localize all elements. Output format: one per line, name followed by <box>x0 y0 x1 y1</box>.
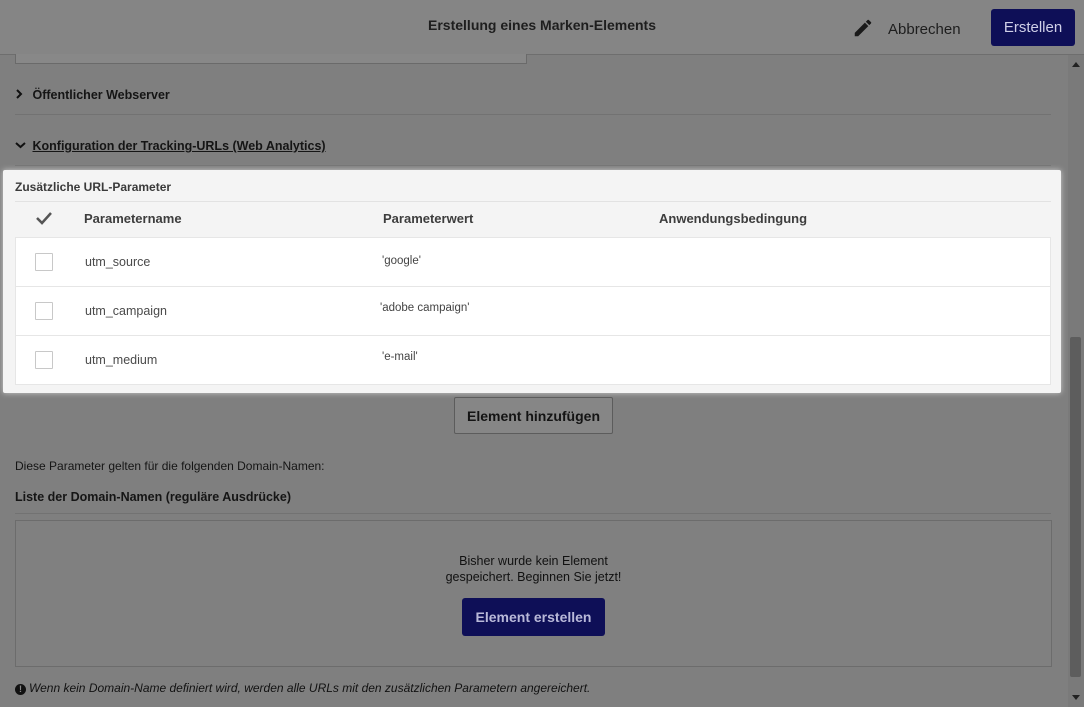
create-button[interactable]: Erstellen <box>991 9 1075 46</box>
domain-info-text: Diese Parameter gelten für die folgenden… <box>15 459 325 473</box>
section-public-webserver[interactable]: Öffentlicher Webserver <box>15 88 1051 112</box>
url-parameters-panel: Zusätzliche URL-Parameter Parametername … <box>3 170 1061 393</box>
table-row[interactable]: utm_source 'google' <box>16 238 1050 287</box>
domain-list-empty-state: Bisher wurde kein Element gespeichert. B… <box>15 520 1052 667</box>
create-element-button[interactable]: Element erstellen <box>462 598 605 636</box>
section-label: Konfiguration der Tracking-URLs (Web Ana… <box>32 139 326 153</box>
parameter-name: utm_source <box>85 255 151 269</box>
parameter-value: 'google' <box>382 255 421 267</box>
divider <box>15 114 1051 115</box>
table-row[interactable]: utm_medium 'e-mail' <box>16 336 1050 385</box>
column-header-value[interactable]: Parameterwert <box>383 211 473 226</box>
chevron-right-icon <box>15 88 29 102</box>
parameter-name: utm_medium <box>85 353 158 367</box>
parameter-value: 'e-mail' <box>382 351 418 363</box>
column-header-name[interactable]: Parametername <box>84 211 182 226</box>
info-icon: ! <box>15 684 26 695</box>
row-checkbox[interactable] <box>35 351 53 369</box>
chevron-down-icon <box>15 139 29 153</box>
domain-list-title: Liste der Domain-Namen (reguläre Ausdrüc… <box>15 490 291 504</box>
add-element-button[interactable]: Element hinzufügen <box>454 397 613 434</box>
footnote-text: Wenn kein Domain-Name definiert wird, we… <box>29 681 591 695</box>
scrollbar-thumb[interactable] <box>1070 337 1081 677</box>
vertical-scrollbar[interactable] <box>1068 55 1084 707</box>
section-label: Öffentlicher Webserver <box>32 88 170 102</box>
panel-title: Zusätzliche URL-Parameter <box>15 180 172 194</box>
empty-state-line: gespeichert. Beginnen Sie jetzt! <box>445 570 622 584</box>
row-checkbox[interactable] <box>35 302 53 320</box>
cancel-button[interactable]: Abbrechen <box>888 18 961 40</box>
select-all-check-icon[interactable] <box>34 208 54 228</box>
empty-state-message: Bisher wurde kein Element gespeichert. B… <box>16 553 1051 585</box>
table-row[interactable]: utm_campaign 'adobe campaign' <box>16 287 1050 336</box>
parameter-table-body: utm_source 'google' utm_campaign 'adobe … <box>15 237 1051 385</box>
column-header-condition[interactable]: Anwendungsbedingung <box>659 211 807 226</box>
parameter-name: utm_campaign <box>85 304 167 318</box>
empty-state-line: Bisher wurde kein Element <box>459 554 608 568</box>
footnote: ! Wenn kein Domain-Name definiert wird, w… <box>15 681 590 695</box>
header-bar: Erstellung eines Marken-Elements Abbrech… <box>0 0 1084 55</box>
section-tracking-urls[interactable]: Konfiguration der Tracking-URLs (Web Ana… <box>15 139 1051 163</box>
row-checkbox[interactable] <box>35 253 53 271</box>
pencil-icon[interactable] <box>852 17 874 39</box>
table-header: Parametername Parameterwert Anwendungsbe… <box>15 201 1051 237</box>
scroll-up-icon[interactable] <box>1072 62 1080 67</box>
text-input-partial[interactable] <box>15 54 527 64</box>
scroll-down-icon[interactable] <box>1072 695 1080 700</box>
divider <box>15 165 1051 166</box>
parameter-value: 'adobe campaign' <box>380 302 470 314</box>
divider <box>15 513 1051 514</box>
